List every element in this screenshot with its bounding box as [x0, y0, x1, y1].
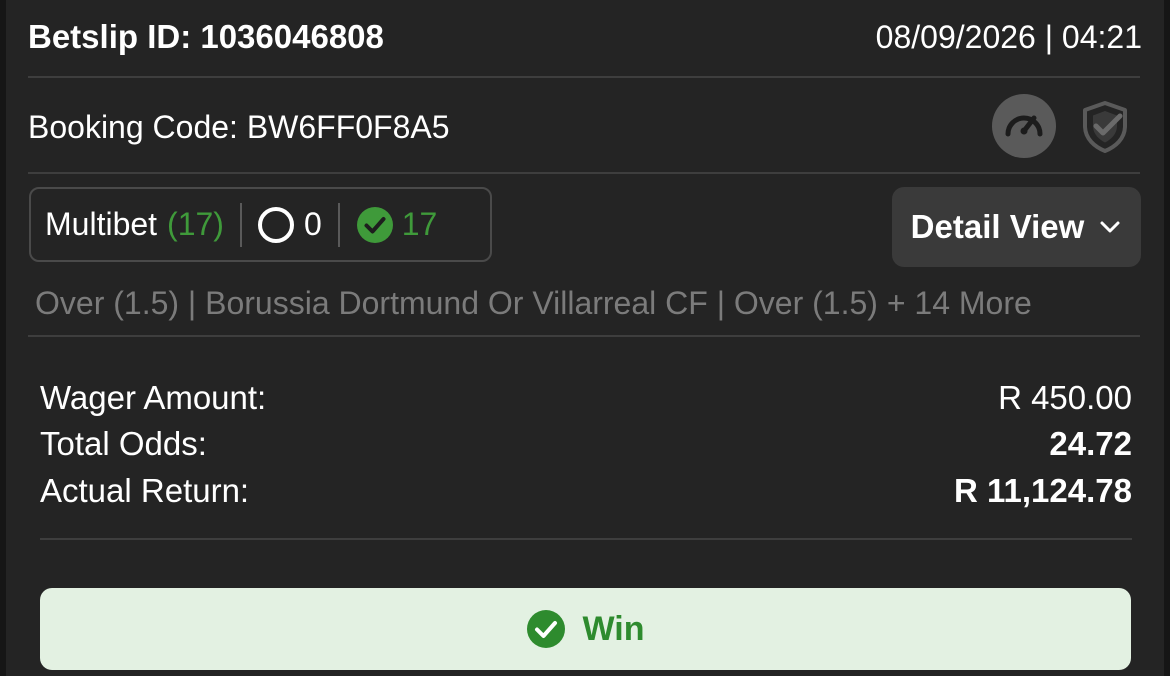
check-circle-icon [527, 610, 566, 648]
odds-label: Total Odds: [40, 425, 207, 462]
gauge-icon [1005, 115, 1043, 137]
wager-value: R 450.00 [998, 379, 1132, 416]
gauge-button[interactable] [992, 94, 1056, 158]
booking-code: Booking Code: BW6FF0F8A5 [28, 108, 450, 145]
status-separator [239, 202, 242, 247]
return-label: Actual Return: [40, 472, 250, 509]
won-legs-count: 17 [401, 206, 438, 242]
betslip-id: Betslip ID: 1036046808 [28, 18, 384, 55]
betslip-header: Betslip ID: 1036046808 08/09/2026 | 04:2… [28, 14, 1142, 60]
selections-divider [28, 335, 1140, 337]
open-legs-count: 0 [303, 206, 322, 242]
booking-divider [28, 172, 1140, 174]
open-circle-icon [257, 206, 294, 243]
detail-view-label: Detail View [910, 208, 1085, 245]
check-circle-icon [356, 206, 393, 243]
betslip-datetime: 08/09/2026 | 04:21 [875, 18, 1142, 55]
detail-view-button[interactable]: Detail View [892, 187, 1141, 267]
bet-status-summary: Multibet (17) 0 17 [29, 187, 492, 262]
selections-summary[interactable]: Over (1.5) | Borussia Dortmund Or Villar… [35, 280, 1145, 326]
status-separator [337, 202, 340, 247]
betslip-card: Betslip ID: 1036046808 08/09/2026 | 04:2… [6, 0, 1164, 676]
return-value: R 11,124.78 [954, 472, 1132, 509]
wager-label: Wager Amount: [40, 379, 267, 416]
result-badge: Win [40, 588, 1131, 670]
summary-divider [40, 538, 1132, 540]
return-row: Actual Return: R 11,124.78 [40, 468, 1132, 514]
shield-check-button[interactable] [1074, 96, 1136, 158]
chevron-down-icon [1100, 221, 1120, 233]
odds-row: Total Odds: 24.72 [40, 421, 1132, 467]
header-divider [28, 76, 1140, 78]
legs-count: (17) [167, 206, 224, 242]
odds-value: 24.72 [1049, 425, 1132, 462]
result-label: Win [582, 609, 645, 648]
bet-type-label: Multibet [45, 206, 158, 242]
shield-check-icon [1083, 101, 1127, 153]
wager-row: Wager Amount: R 450.00 [40, 375, 1132, 421]
